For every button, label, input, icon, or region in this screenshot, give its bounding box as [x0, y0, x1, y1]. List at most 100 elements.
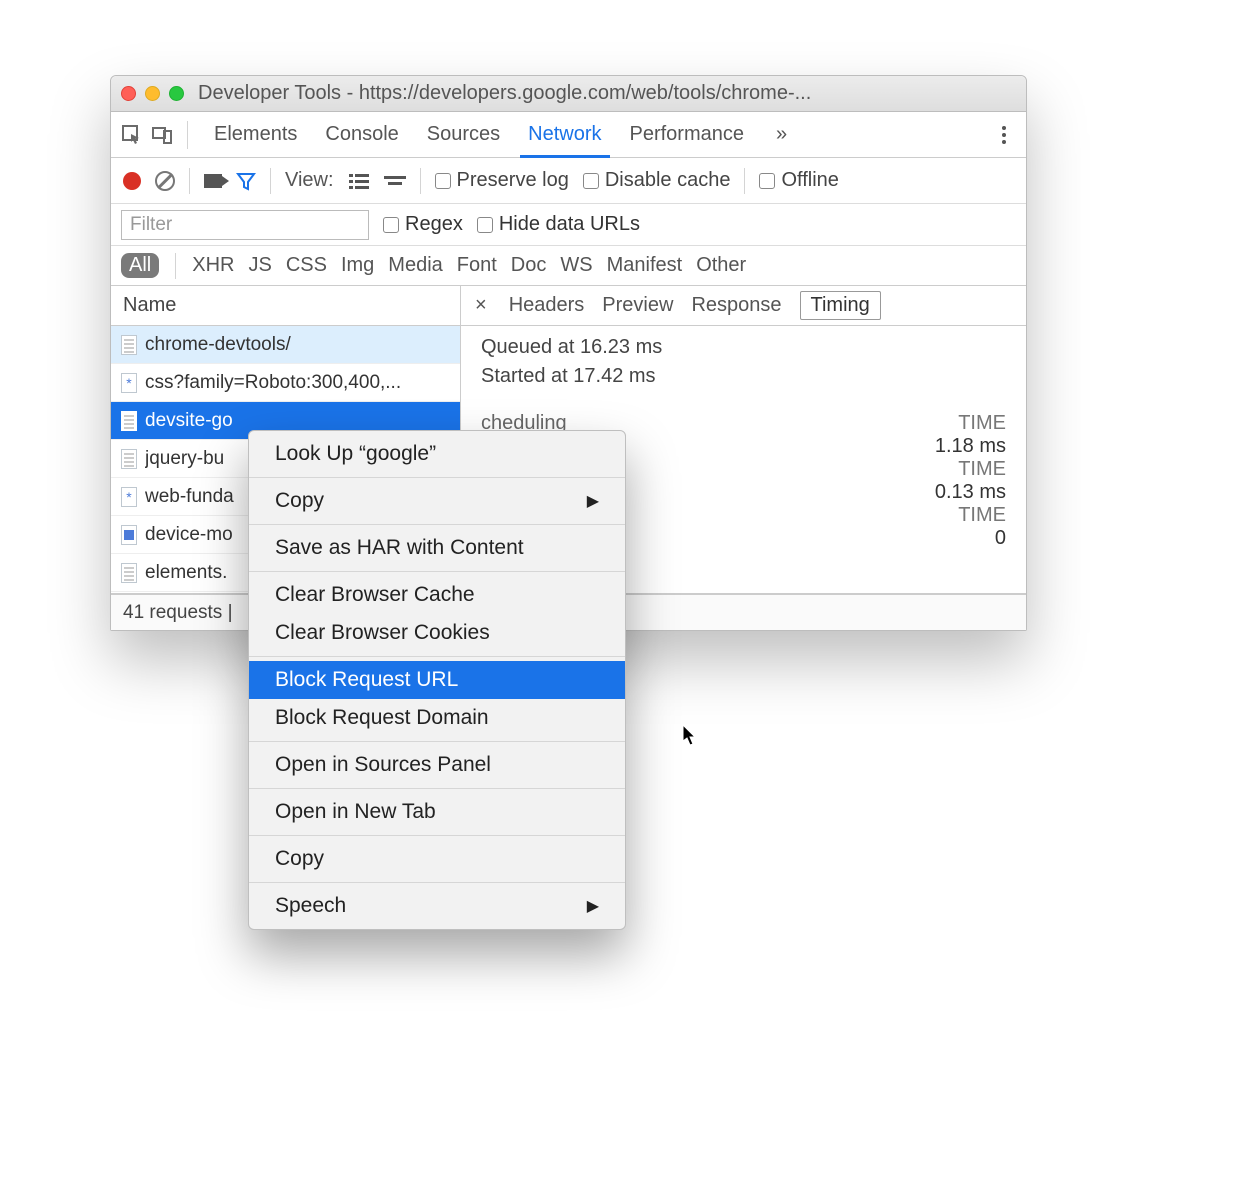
menu-item[interactable]: Clear Browser Cookies: [249, 614, 625, 652]
queued-text: Queued at 16.23 ms: [481, 336, 1006, 359]
menu-item-label: Save as HAR with Content: [275, 536, 524, 560]
menu-separator: [249, 741, 625, 742]
preserve-log-label: Preserve log: [457, 169, 569, 192]
request-name: jquery-bu: [145, 448, 224, 470]
type-filter-ws[interactable]: WS: [560, 254, 592, 277]
menu-separator: [249, 571, 625, 572]
timing-value: 0: [995, 527, 1006, 550]
type-filter-media[interactable]: Media: [388, 254, 442, 277]
disable-cache-checkbox[interactable]: Disable cache: [583, 169, 731, 192]
regex-label: Regex: [405, 213, 463, 236]
regex-checkbox[interactable]: Regex: [383, 213, 463, 236]
detail-tab-timing[interactable]: Timing: [800, 291, 881, 320]
filter-bar: Filter Regex Hide data URLs: [111, 204, 1026, 246]
file-icon: [121, 373, 137, 393]
file-icon: [121, 411, 137, 431]
menu-item[interactable]: Open in Sources Panel: [249, 746, 625, 784]
menu-item[interactable]: Look Up “google”: [249, 435, 625, 473]
menu-item[interactable]: Speech ▶: [249, 887, 625, 925]
menu-item[interactable]: Copy ▶: [249, 482, 625, 520]
filter-icon[interactable]: [236, 171, 256, 191]
type-filter-doc[interactable]: Doc: [511, 254, 547, 277]
hide-data-urls-checkbox[interactable]: Hide data URLs: [477, 213, 640, 236]
type-filter-xhr[interactable]: XHR: [192, 254, 234, 277]
detail-tab-response[interactable]: Response: [691, 294, 781, 317]
close-detail-icon[interactable]: ×: [471, 292, 491, 319]
menu-item-label: Clear Browser Cookies: [275, 621, 490, 645]
titlebar[interactable]: Developer Tools - https://developers.goo…: [111, 76, 1026, 112]
tab-performance[interactable]: Performance: [616, 112, 759, 158]
started-text: Started at 17.42 ms: [481, 365, 1006, 388]
menu-item[interactable]: Save as HAR with Content: [249, 529, 625, 567]
request-name: elements.: [145, 562, 227, 584]
minimize-window-button[interactable]: [145, 86, 160, 101]
menu-item-label: Copy: [275, 489, 324, 513]
menu-item[interactable]: Clear Browser Cache: [249, 576, 625, 614]
type-filter-manifest[interactable]: Manifest: [607, 254, 683, 277]
type-filter-other[interactable]: Other: [696, 254, 746, 277]
menu-item-label: Speech: [275, 894, 346, 918]
divider: [175, 253, 176, 279]
request-name: web-funda: [145, 486, 234, 508]
window-title: Developer Tools - https://developers.goo…: [198, 82, 811, 105]
context-menu: Look Up “google” Copy ▶ Save as HAR with Co…: [248, 430, 626, 930]
zoom-window-button[interactable]: [169, 86, 184, 101]
type-filters: All XHR JS CSS Img Media Font Doc WS Manifest Othe…: [111, 246, 1026, 286]
file-icon: [121, 449, 137, 469]
request-row[interactable]: css?family=Roboto:300,400,...: [111, 364, 460, 402]
tab-elements[interactable]: Elements: [200, 112, 311, 158]
detail-tab-preview[interactable]: Preview: [602, 294, 673, 317]
network-toolbar: View: Preserve log Disable cache Offline: [111, 158, 1026, 204]
filter-input[interactable]: Filter: [121, 210, 369, 240]
preserve-log-checkbox[interactable]: Preserve log: [435, 169, 569, 192]
timing-value: TIME: [958, 504, 1006, 527]
menu-separator: [249, 882, 625, 883]
type-filter-js[interactable]: JS: [248, 254, 271, 277]
menu-separator: [249, 524, 625, 525]
file-icon: [121, 487, 137, 507]
kebab-menu-icon[interactable]: [990, 126, 1018, 144]
submenu-arrow-icon: ▶: [587, 491, 599, 511]
request-row[interactable]: chrome-devtools/: [111, 326, 460, 364]
menu-item-label: Look Up “google”: [275, 442, 436, 466]
menu-item-label: Block Request Domain: [275, 706, 489, 730]
detail-tabs: × Headers Preview Response Timing: [461, 286, 1026, 326]
timing-value: TIME: [958, 458, 1006, 481]
inspect-icon[interactable]: [119, 122, 145, 148]
offline-checkbox[interactable]: Offline: [759, 169, 838, 192]
submenu-arrow-icon: ▶: [587, 896, 599, 916]
tab-network[interactable]: Network: [514, 112, 615, 158]
clear-icon[interactable]: [155, 171, 175, 191]
file-icon: [121, 525, 137, 545]
menu-item[interactable]: Block Request Domain: [249, 699, 625, 737]
type-filter-img[interactable]: Img: [341, 254, 374, 277]
tab-console[interactable]: Console: [311, 112, 412, 158]
camera-icon[interactable]: [204, 174, 222, 188]
overflow-chevron-icon[interactable]: »: [768, 123, 795, 146]
menu-item-label: Open in Sources Panel: [275, 753, 491, 777]
menu-item[interactable]: Open in New Tab: [249, 793, 625, 831]
request-name: device-mo: [145, 524, 233, 546]
tab-sources[interactable]: Sources: [413, 112, 514, 158]
detail-tab-headers[interactable]: Headers: [509, 294, 585, 317]
offline-label: Offline: [781, 169, 838, 192]
menu-item[interactable]: Block Request URL: [249, 661, 625, 699]
menu-item-label: Copy: [275, 847, 324, 871]
disable-cache-label: Disable cache: [605, 169, 731, 192]
hide-data-urls-label: Hide data URLs: [499, 213, 640, 236]
close-window-button[interactable]: [121, 86, 136, 101]
record-button[interactable]: [123, 172, 141, 190]
type-filter-css[interactable]: CSS: [286, 254, 327, 277]
menu-separator: [249, 835, 625, 836]
timing-value: 1.18 ms: [935, 435, 1006, 458]
list-view-icon[interactable]: [348, 172, 370, 190]
overview-icon[interactable]: [384, 172, 406, 190]
type-filter-font[interactable]: Font: [457, 254, 497, 277]
menu-separator: [249, 477, 625, 478]
name-column-header[interactable]: Name: [111, 286, 460, 326]
type-filter-all[interactable]: All: [121, 253, 159, 278]
menu-item[interactable]: Copy: [249, 840, 625, 878]
menu-separator: [249, 656, 625, 657]
device-toggle-icon[interactable]: [149, 122, 175, 148]
panel-tabbar: ElementsConsoleSourcesNetworkPerformance…: [111, 112, 1026, 158]
